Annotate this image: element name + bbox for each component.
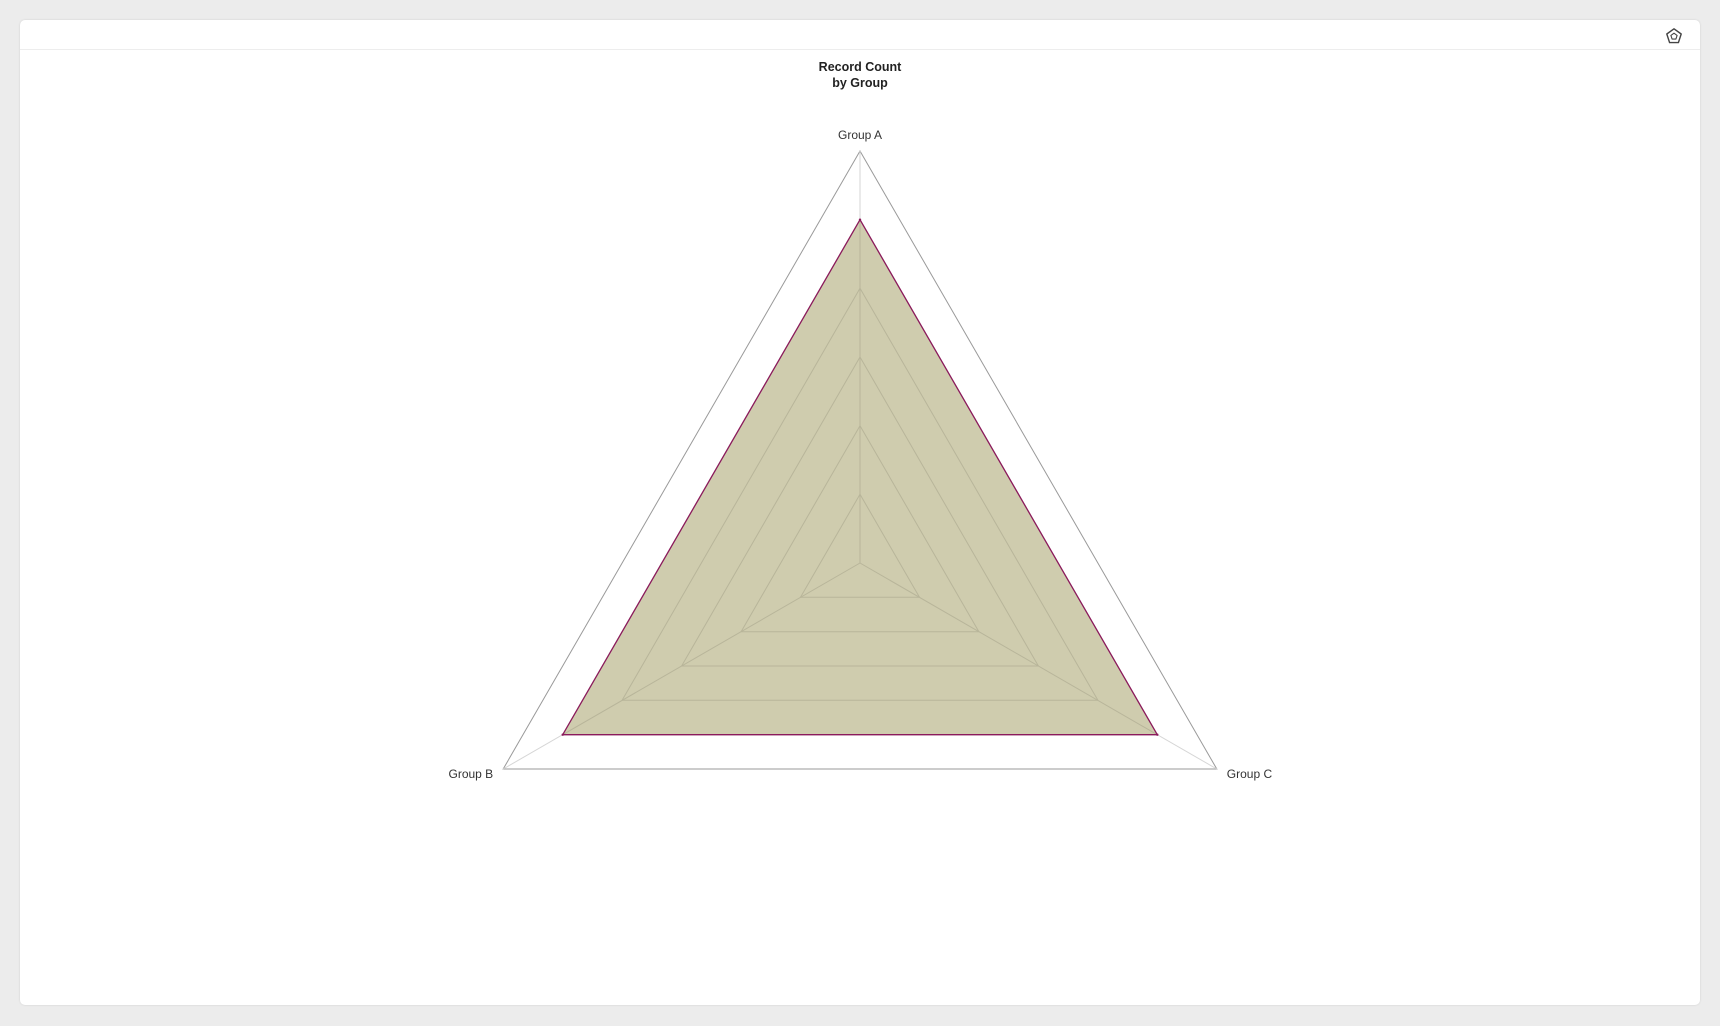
chart-title-line-2: by Group (832, 76, 888, 90)
pentagon-radar-icon (1666, 28, 1682, 44)
chart-panel: Record Count by Group Group A Group B Grou… (20, 20, 1700, 1005)
radar-point-group-c (1156, 733, 1159, 736)
axis-label-group-b: Group B (448, 767, 493, 781)
chart-type-button[interactable] (1665, 27, 1683, 45)
axis-label-group-c: Group C (1227, 767, 1273, 781)
axis-label-group-a: Group A (838, 128, 882, 142)
radar-point-group-a (858, 218, 862, 221)
chart-title-line-1: Record Count (819, 60, 902, 74)
panel-header (20, 20, 1700, 50)
radar-point-group-b (561, 733, 564, 736)
radar-chart: Record Count by Group Group A Group B Grou… (448, 60, 1273, 781)
